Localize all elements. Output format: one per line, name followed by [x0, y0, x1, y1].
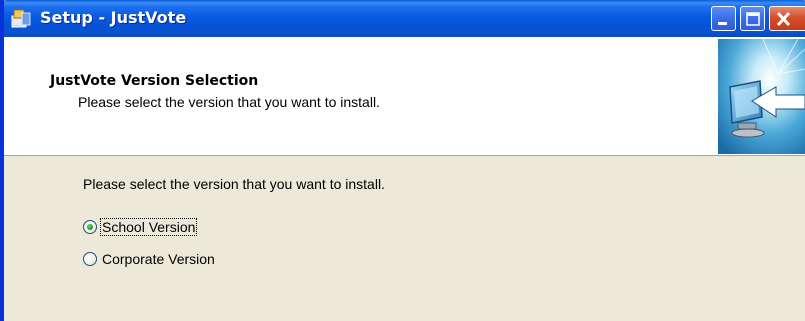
maximize-icon — [746, 12, 760, 26]
title-bar[interactable]: Setup - JustVote — [4, 0, 805, 37]
corporate-version-option[interactable]: Corporate Version — [83, 249, 216, 269]
setup-window: Setup - JustVote JustVote Version Select… — [0, 0, 805, 321]
close-icon — [776, 11, 791, 27]
maximize-button[interactable] — [740, 6, 765, 31]
radio-selected-dot — [87, 224, 93, 230]
setup-installer-icon — [11, 9, 31, 28]
page-title: JustVote Version Selection — [50, 73, 259, 89]
corporate-version-label[interactable]: Corporate Version — [101, 251, 216, 267]
minimize-button[interactable] — [711, 6, 736, 31]
school-version-label[interactable]: School Version — [99, 218, 198, 236]
close-button[interactable] — [769, 6, 805, 31]
window-title: Setup - JustVote — [40, 8, 187, 27]
minimize-icon — [718, 22, 727, 25]
install-computer-arrow-icon — [718, 39, 805, 154]
page-subtitle: Please select the version that you want … — [78, 94, 380, 110]
selection-prompt: Please select the version that you want … — [83, 176, 385, 192]
school-version-option[interactable]: School Version — [83, 217, 198, 237]
school-version-radio[interactable] — [83, 220, 97, 234]
corporate-version-radio[interactable] — [83, 252, 97, 266]
wizard-header: JustVote Version Selection Please select… — [4, 37, 805, 156]
